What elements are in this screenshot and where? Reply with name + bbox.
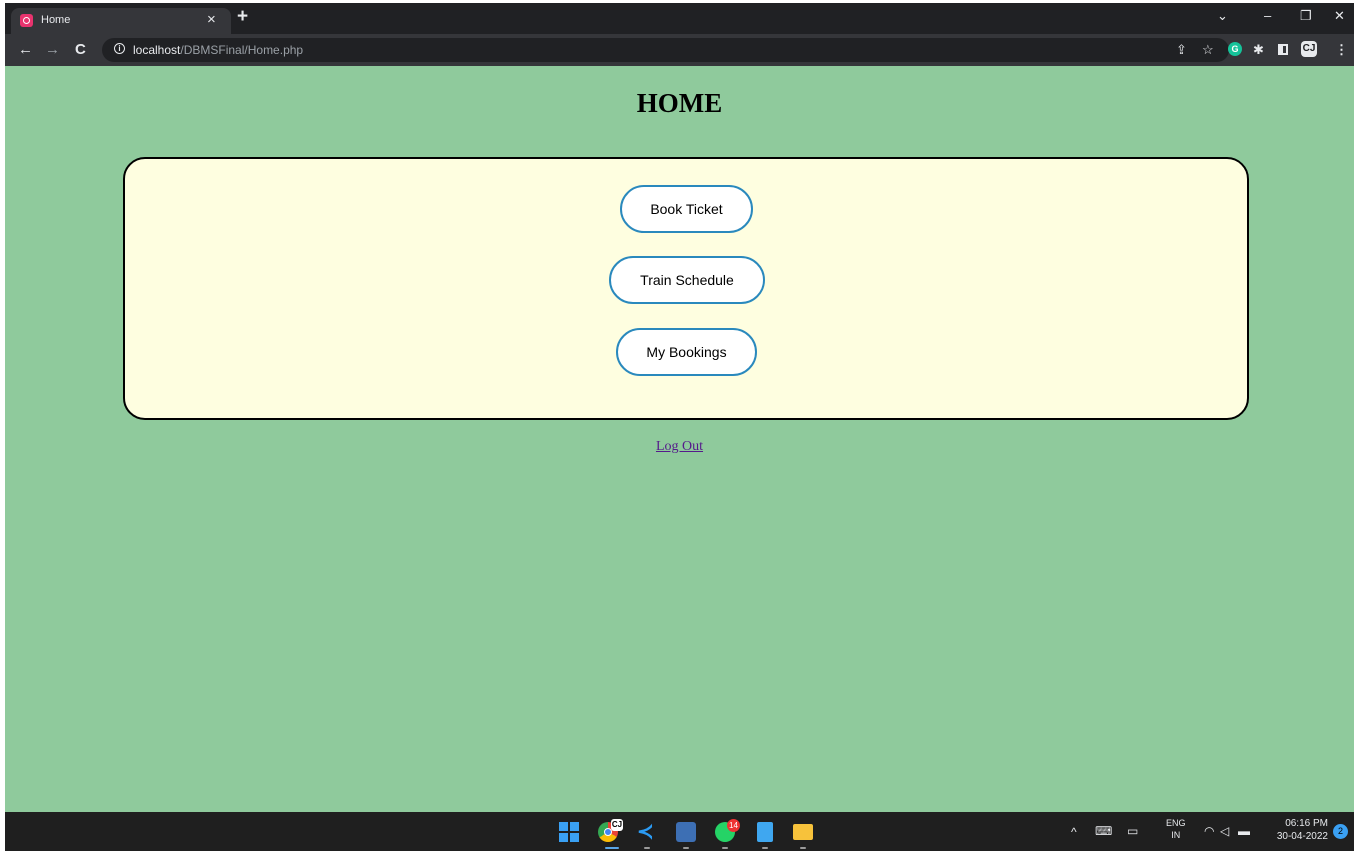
volume-icon[interactable]: ◁: [1220, 824, 1229, 838]
tab-strip: Home × + ⌄ – ❐ ✕: [5, 3, 1354, 34]
wifi-icon[interactable]: ◠: [1204, 824, 1214, 838]
favicon-icon: [20, 14, 33, 27]
page-title: HOME: [636, 88, 723, 118]
book-ticket-button[interactable]: Book Ticket: [620, 185, 753, 233]
address-bar[interactable]: i localhost/DBMSFinal/Home.php ⇪ ☆: [102, 38, 1229, 62]
taskbar: CJ ≺ 14 ^ ⌨ ▭ ENG IN ◠ ◁ ▬ 06:16 PM 30-0…: [5, 812, 1354, 851]
logout-link-container: Log Out: [5, 439, 1354, 455]
language-indicator[interactable]: ENG IN: [1166, 817, 1186, 841]
grammarly-icon[interactable]: G: [1228, 42, 1242, 56]
tab-title: Home: [41, 14, 71, 26]
tab-search-chevron-icon[interactable]: ⌄: [1217, 8, 1228, 24]
notepad-taskbar-icon[interactable]: [757, 822, 773, 842]
keyboard-icon[interactable]: ⌨: [1095, 824, 1112, 838]
whatsapp-unread-badge: 14: [727, 819, 740, 832]
menu-kebab-icon[interactable]: ⋮: [1335, 42, 1348, 58]
browser-window: Home × + ⌄ – ❐ ✕ ← → C i localhost/DBMSF…: [5, 3, 1354, 851]
running-indicator: [762, 847, 768, 849]
url-host: localhost: [133, 43, 181, 57]
profile-extension-icon[interactable]: CJ: [1301, 41, 1317, 57]
bookmark-star-icon[interactable]: ☆: [1202, 42, 1214, 58]
page-content: HOME Book Ticket Train Schedule My Booki…: [5, 66, 1354, 812]
forward-arrow-icon[interactable]: →: [45, 41, 60, 59]
tray-overflow-chevron-icon[interactable]: ^: [1071, 825, 1077, 839]
minimize-button[interactable]: –: [1264, 8, 1271, 24]
region-code: IN: [1171, 830, 1181, 840]
close-window-button[interactable]: ✕: [1334, 8, 1345, 24]
running-indicator: [644, 847, 650, 849]
chrome-profile-badge: CJ: [611, 819, 623, 831]
browser-toolbar: ← → C i localhost/DBMSFinal/Home.php ⇪ ☆…: [5, 34, 1354, 66]
tab-home[interactable]: Home ×: [11, 8, 231, 34]
reload-icon[interactable]: C: [75, 41, 86, 59]
clock-time: 06:16 PM: [1285, 818, 1328, 829]
restore-button[interactable]: ❐: [1300, 8, 1312, 24]
running-indicator: [800, 847, 806, 849]
running-indicator: [722, 847, 728, 849]
train-schedule-button[interactable]: Train Schedule: [609, 256, 765, 304]
my-bookings-button[interactable]: My Bookings: [616, 328, 757, 376]
language-code: ENG: [1166, 818, 1186, 828]
windows-start-icon[interactable]: [559, 822, 579, 842]
tab-close-button[interactable]: ×: [207, 11, 216, 29]
info-icon[interactable]: i: [114, 43, 125, 54]
notification-badge[interactable]: 2: [1333, 824, 1348, 839]
url-path: /DBMSFinal/Home.php: [180, 43, 304, 57]
file-explorer-taskbar-icon[interactable]: [793, 824, 813, 840]
share-icon[interactable]: ⇪: [1176, 42, 1187, 58]
clock[interactable]: 06:16 PM 30-04-2022: [1268, 817, 1328, 843]
side-panel-icon[interactable]: [1278, 44, 1288, 55]
battery-icon[interactable]: ▬: [1238, 824, 1250, 838]
clock-date: 30-04-2022: [1276, 831, 1328, 842]
vscode-taskbar-icon[interactable]: ≺: [637, 822, 657, 842]
menu-panel: Book Ticket Train Schedule My Bookings: [123, 157, 1249, 420]
back-arrow-icon[interactable]: ←: [18, 41, 33, 59]
running-indicator: [683, 847, 689, 849]
active-app-indicator: [605, 847, 619, 849]
touch-keyboard-icon[interactable]: ▭: [1127, 824, 1138, 838]
url-text[interactable]: localhost/DBMSFinal/Home.php: [133, 43, 303, 57]
logout-link[interactable]: Log Out: [656, 439, 703, 454]
mysql-workbench-taskbar-icon[interactable]: [676, 822, 696, 842]
extensions-puzzle-icon[interactable]: ✱: [1253, 42, 1264, 58]
new-tab-button[interactable]: +: [237, 6, 248, 28]
